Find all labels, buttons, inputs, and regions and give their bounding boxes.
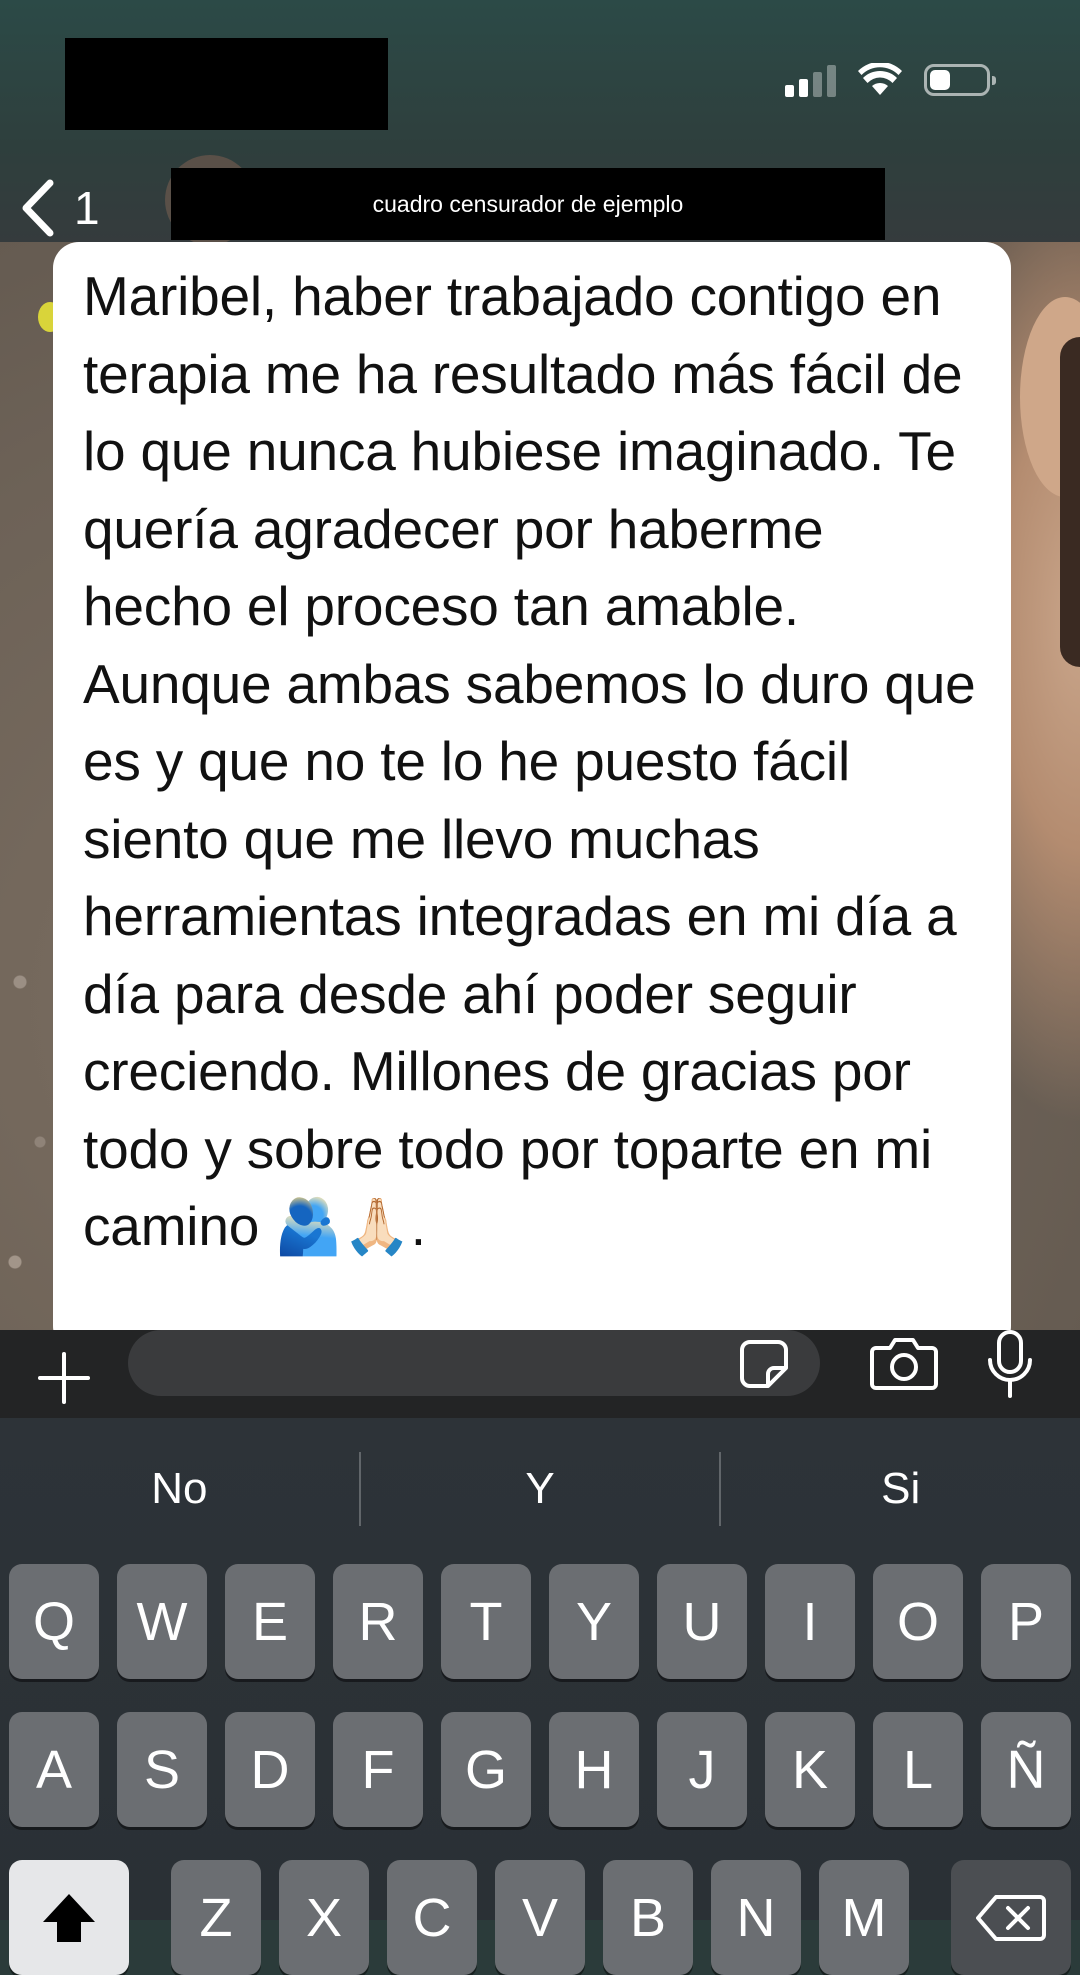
key-k[interactable]: K <box>765 1712 855 1827</box>
back-count: 1 <box>74 182 100 234</box>
key-z[interactable]: Z <box>171 1860 261 1975</box>
predictive-suggestions: No Y Si <box>0 1448 1080 1530</box>
suggestion-item[interactable]: Si <box>721 1448 1080 1530</box>
key-a[interactable]: A <box>9 1712 99 1827</box>
key-j[interactable]: J <box>657 1712 747 1827</box>
key-d[interactable]: D <box>225 1712 315 1827</box>
key-c[interactable]: C <box>387 1860 477 1975</box>
suggestion-item[interactable]: No <box>0 1448 359 1530</box>
sticker-icon[interactable] <box>738 1338 790 1390</box>
wallpaper-detail <box>1060 337 1080 667</box>
suggestion-item[interactable]: Y <box>361 1448 720 1530</box>
key-s[interactable]: S <box>117 1712 207 1827</box>
key-l[interactable]: L <box>873 1712 963 1827</box>
key-y[interactable]: Y <box>549 1564 639 1679</box>
censor-label: cuadro censurador de ejemplo <box>372 190 684 217</box>
chat-header: 1 cuadro censurador de ejemplo <box>0 0 1080 245</box>
message-input[interactable] <box>128 1330 820 1396</box>
shift-key[interactable] <box>9 1860 129 1975</box>
redaction-box <box>65 38 388 130</box>
incoming-message-bubble[interactable]: Maribel, haber trabajado contigo en tera… <box>53 242 1011 1330</box>
chat-area[interactable]: Maribel, haber trabajado contigo en tera… <box>0 242 1080 1330</box>
key-i[interactable]: I <box>765 1564 855 1679</box>
contact-name-redaction[interactable]: cuadro censurador de ejemplo <box>171 168 885 240</box>
key-f[interactable]: F <box>333 1712 423 1827</box>
back-button[interactable]: 1 <box>20 178 100 238</box>
key-enye[interactable]: Ñ <box>981 1712 1071 1827</box>
key-w[interactable]: W <box>117 1564 207 1679</box>
status-bar-icons <box>785 60 996 100</box>
key-n[interactable]: N <box>711 1860 801 1975</box>
signal-icon <box>785 63 836 97</box>
key-g[interactable]: G <box>441 1712 531 1827</box>
wifi-icon <box>858 63 902 95</box>
chevron-left-icon <box>22 179 54 237</box>
shift-icon <box>43 1893 95 1942</box>
battery-icon <box>924 64 996 96</box>
message-text: Maribel, haber trabajado contigo en tera… <box>83 265 976 1257</box>
wallpaper-detail <box>0 942 60 1322</box>
key-o[interactable]: O <box>873 1564 963 1679</box>
key-t[interactable]: T <box>441 1564 531 1679</box>
key-v[interactable]: V <box>495 1860 585 1975</box>
message-input-bar <box>0 1330 1080 1418</box>
key-r[interactable]: R <box>333 1564 423 1679</box>
key-m[interactable]: M <box>819 1860 909 1975</box>
keyboard: No Y Si Q W E R T Y U I O P A S D F G H … <box>0 1418 1080 1975</box>
key-q[interactable]: Q <box>9 1564 99 1679</box>
camera-icon[interactable] <box>870 1334 938 1390</box>
key-u[interactable]: U <box>657 1564 747 1679</box>
key-e[interactable]: E <box>225 1564 315 1679</box>
microphone-icon[interactable] <box>985 1330 1035 1400</box>
key-x[interactable]: X <box>279 1860 369 1975</box>
key-h[interactable]: H <box>549 1712 639 1827</box>
plus-icon[interactable] <box>36 1350 92 1406</box>
delete-key[interactable] <box>951 1860 1071 1975</box>
key-b[interactable]: B <box>603 1860 693 1975</box>
backspace-icon <box>976 1894 1046 1941</box>
key-p[interactable]: P <box>981 1564 1071 1679</box>
